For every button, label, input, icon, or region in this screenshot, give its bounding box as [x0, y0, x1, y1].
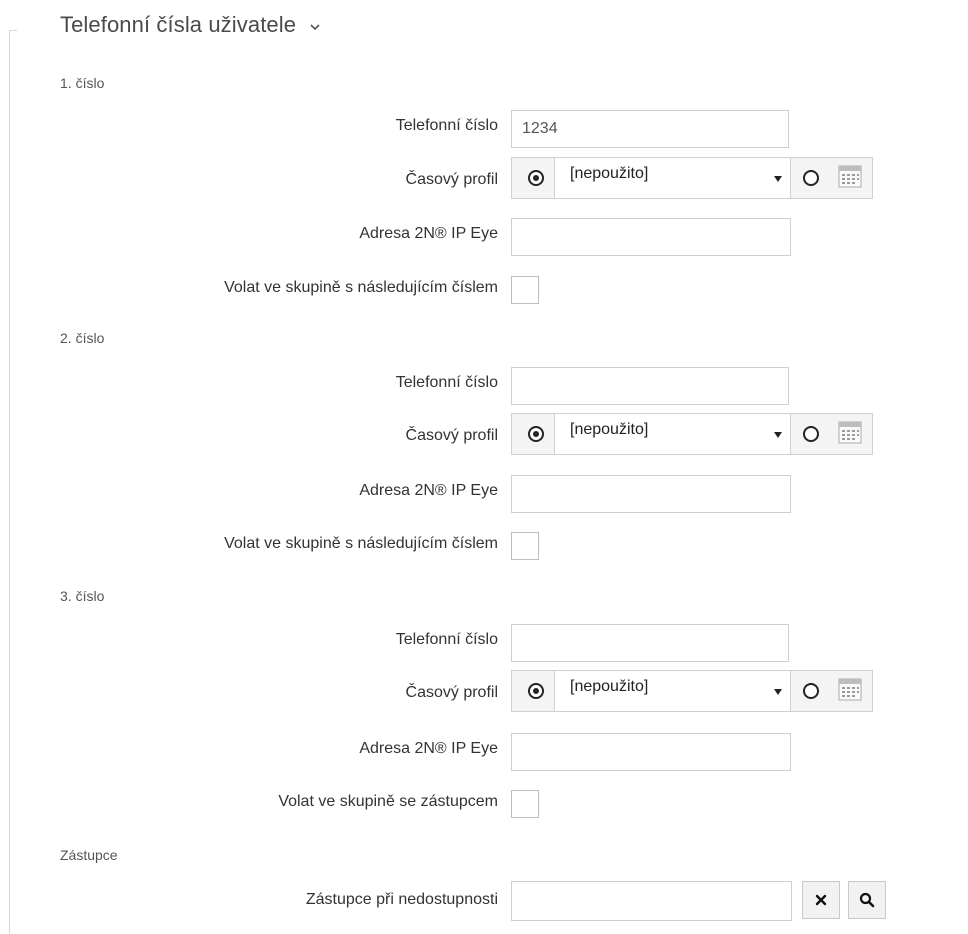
number-3-group-row: Volat ve skupině se zástupcem	[0, 785, 968, 819]
number-1-profile-row: Časový profil [nepoužito]	[0, 157, 968, 199]
search-deputy-button[interactable]	[848, 881, 886, 919]
section-header[interactable]: Telefonní čísla uživatele	[60, 12, 320, 39]
number-1-eye-row: Adresa 2N® IP Eye	[0, 218, 968, 256]
profile-calendar-radio[interactable]	[803, 683, 819, 699]
ip-eye-label: Adresa 2N® IP Eye	[359, 482, 498, 499]
ip-eye-input[interactable]	[511, 733, 791, 771]
phone-input[interactable]	[511, 367, 789, 405]
time-profile-control: [nepoužito]	[511, 157, 873, 199]
profile-list-radio[interactable]	[528, 683, 544, 699]
chevron-down-icon	[310, 11, 320, 37]
number-3-phone-row: Telefonní číslo	[0, 624, 968, 662]
number-2-eye-row: Adresa 2N® IP Eye	[0, 475, 968, 513]
caret-down-icon	[774, 176, 782, 182]
profile-list-radio[interactable]	[528, 426, 544, 442]
caret-down-icon	[774, 432, 782, 438]
section-title: Telefonní čísla uživatele	[60, 12, 297, 37]
number-2-phone-row: Telefonní číslo	[0, 367, 968, 405]
time-profile-control: [nepoužito]	[511, 413, 873, 455]
profile-list-radio[interactable]	[528, 170, 544, 186]
number-3-eye-row: Adresa 2N® IP Eye	[0, 733, 968, 771]
number-2-heading: 2. číslo	[60, 330, 105, 346]
deputy-group-checkbox[interactable]	[511, 790, 539, 818]
time-profile-control: [nepoužito]	[511, 670, 873, 712]
group-call-checkbox[interactable]	[511, 532, 539, 560]
time-profile-select[interactable]: [nepoužito]	[554, 413, 791, 455]
group-call-label: Volat ve skupině s následujícím číslem	[224, 279, 498, 296]
time-profile-value: [nepoužito]	[570, 421, 649, 438]
ip-eye-input[interactable]	[511, 218, 791, 256]
group-call-label: Volat ve skupině s následujícím číslem	[224, 535, 498, 552]
deputy-input[interactable]	[511, 881, 792, 921]
ip-eye-input[interactable]	[511, 475, 791, 513]
ip-eye-label: Adresa 2N® IP Eye	[359, 740, 498, 757]
number-3-heading: 3. číslo	[60, 588, 105, 604]
number-1-heading: 1. číslo	[60, 75, 105, 91]
number-1-phone-row: Telefonní číslo	[0, 110, 968, 148]
number-2-profile-row: Časový profil [nepoužito]	[0, 413, 968, 455]
profile-calendar-radio[interactable]	[803, 170, 819, 186]
deputy-row: Zástupce při nedostupnosti	[0, 881, 968, 921]
time-profile-select[interactable]: [nepoužito]	[554, 157, 791, 199]
time-profile-label: Časový profil	[405, 427, 498, 444]
ip-eye-label: Adresa 2N® IP Eye	[359, 225, 498, 242]
time-profile-select[interactable]: [nepoužito]	[554, 670, 791, 712]
calendar-icon[interactable]	[838, 420, 862, 444]
time-profile-value: [nepoužito]	[570, 678, 649, 695]
caret-down-icon	[774, 689, 782, 695]
deputy-label: Zástupce při nedostupnosti	[305, 891, 498, 908]
group-call-checkbox[interactable]	[511, 276, 539, 304]
calendar-icon[interactable]	[838, 164, 862, 188]
number-1-group-row: Volat ve skupině s následujícím číslem	[0, 271, 968, 305]
phone-label: Telefonní číslo	[395, 374, 498, 391]
phone-input[interactable]	[511, 624, 789, 662]
number-3-profile-row: Časový profil [nepoužito]	[0, 670, 968, 712]
time-profile-label: Časový profil	[405, 171, 498, 188]
deputy-heading: Zástupce	[60, 847, 118, 863]
section-frame-tick	[9, 30, 17, 31]
time-profile-label: Časový profil	[405, 684, 498, 701]
profile-calendar-radio[interactable]	[803, 426, 819, 442]
clear-deputy-button[interactable]	[802, 881, 840, 919]
calendar-icon[interactable]	[838, 677, 862, 701]
phone-label: Telefonní číslo	[395, 631, 498, 648]
phone-input[interactable]	[511, 110, 789, 148]
time-profile-value: [nepoužito]	[570, 165, 649, 182]
phone-label: Telefonní číslo	[395, 117, 498, 134]
deputy-group-label: Volat ve skupině se zástupcem	[278, 793, 498, 810]
number-2-group-row: Volat ve skupině s následujícím číslem	[0, 527, 968, 561]
